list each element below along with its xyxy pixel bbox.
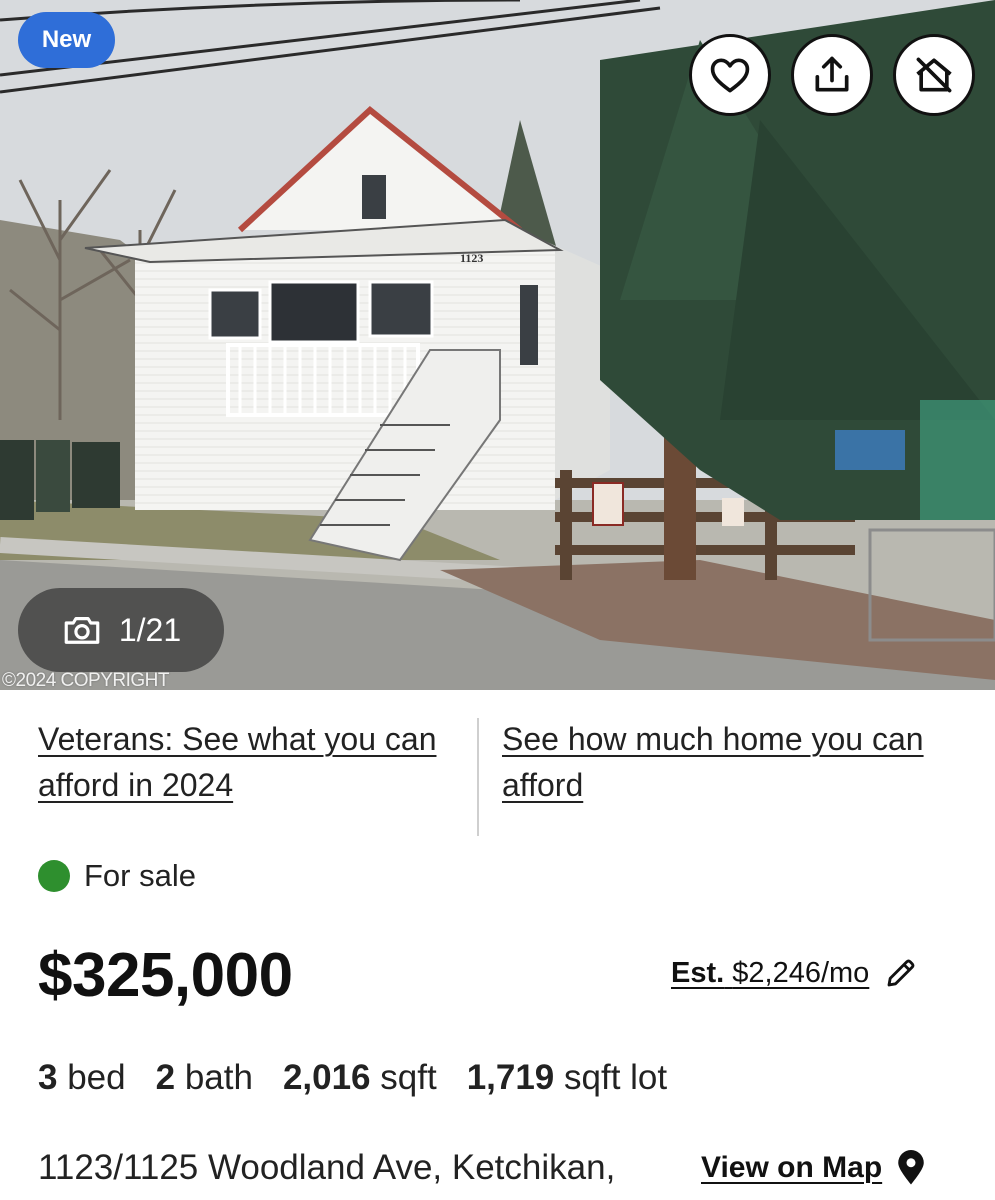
pencil-icon[interactable]: [883, 955, 919, 991]
listing-status: For sale: [38, 858, 196, 894]
status-dot-icon: [38, 860, 70, 892]
new-badge: New: [18, 12, 115, 68]
beds-label: bed: [67, 1058, 126, 1097]
lot-value: 1,719: [466, 1058, 555, 1097]
heart-icon: [710, 58, 750, 93]
sqft-fact: 2,016 sqft: [283, 1058, 437, 1098]
est-payment-text[interactable]: Est. $2,246/mo: [671, 957, 869, 990]
est-value: $2,246/mo: [732, 956, 870, 989]
favorite-button[interactable]: [689, 34, 771, 116]
baths-value: 2: [155, 1058, 176, 1097]
listing-address: 1123/1125 Woodland Ave, Ketchikan,: [38, 1148, 616, 1187]
baths-label: bath: [184, 1058, 253, 1097]
share-icon: [815, 56, 849, 92]
photo-counter[interactable]: 1/21: [18, 588, 224, 672]
promo-links: Veterans: See what you can afford in 202…: [0, 700, 995, 840]
beds-fact: 3 bed: [38, 1058, 126, 1098]
status-label: For sale: [84, 858, 196, 893]
lot-fact: 1,719 sqft lot: [467, 1058, 667, 1098]
sqft-label: sqft: [380, 1058, 437, 1097]
promo-divider: [477, 718, 479, 836]
home-afford-link[interactable]: See how much home you can afford: [502, 716, 932, 808]
listing-photo[interactable]: 1123 New 1/21 ©2024 COPYRIGHT: [0, 0, 995, 690]
veterans-afford-link[interactable]: Veterans: See what you can afford in 202…: [38, 716, 448, 808]
listing-price: $325,000: [38, 941, 293, 1010]
view-on-map-label[interactable]: View on Map: [701, 1151, 882, 1185]
share-button[interactable]: [791, 34, 873, 116]
hide-home-button[interactable]: [893, 34, 975, 116]
beds-value: 3: [38, 1058, 58, 1097]
home-facts: 3 bed 2 bath 2,016 sqft 1,719 sqft lot: [38, 1058, 667, 1098]
photo-copyright: ©2024 COPYRIGHT: [2, 670, 170, 690]
view-on-map-link[interactable]: View on Map: [701, 1150, 926, 1186]
est-label: Est.: [671, 956, 725, 989]
baths-fact: 2 bath: [156, 1058, 253, 1098]
hide-home-icon: [916, 57, 952, 93]
lot-label: sqft lot: [564, 1058, 668, 1097]
sqft-value: 2,016: [282, 1058, 371, 1097]
est-payment-link[interactable]: Est. $2,246/mo: [671, 955, 919, 991]
map-pin-icon: [898, 1150, 924, 1185]
house-number-sign: 1123: [460, 251, 483, 265]
photo-counter-label: 1/21: [118, 611, 182, 648]
camera-icon: [64, 617, 100, 644]
